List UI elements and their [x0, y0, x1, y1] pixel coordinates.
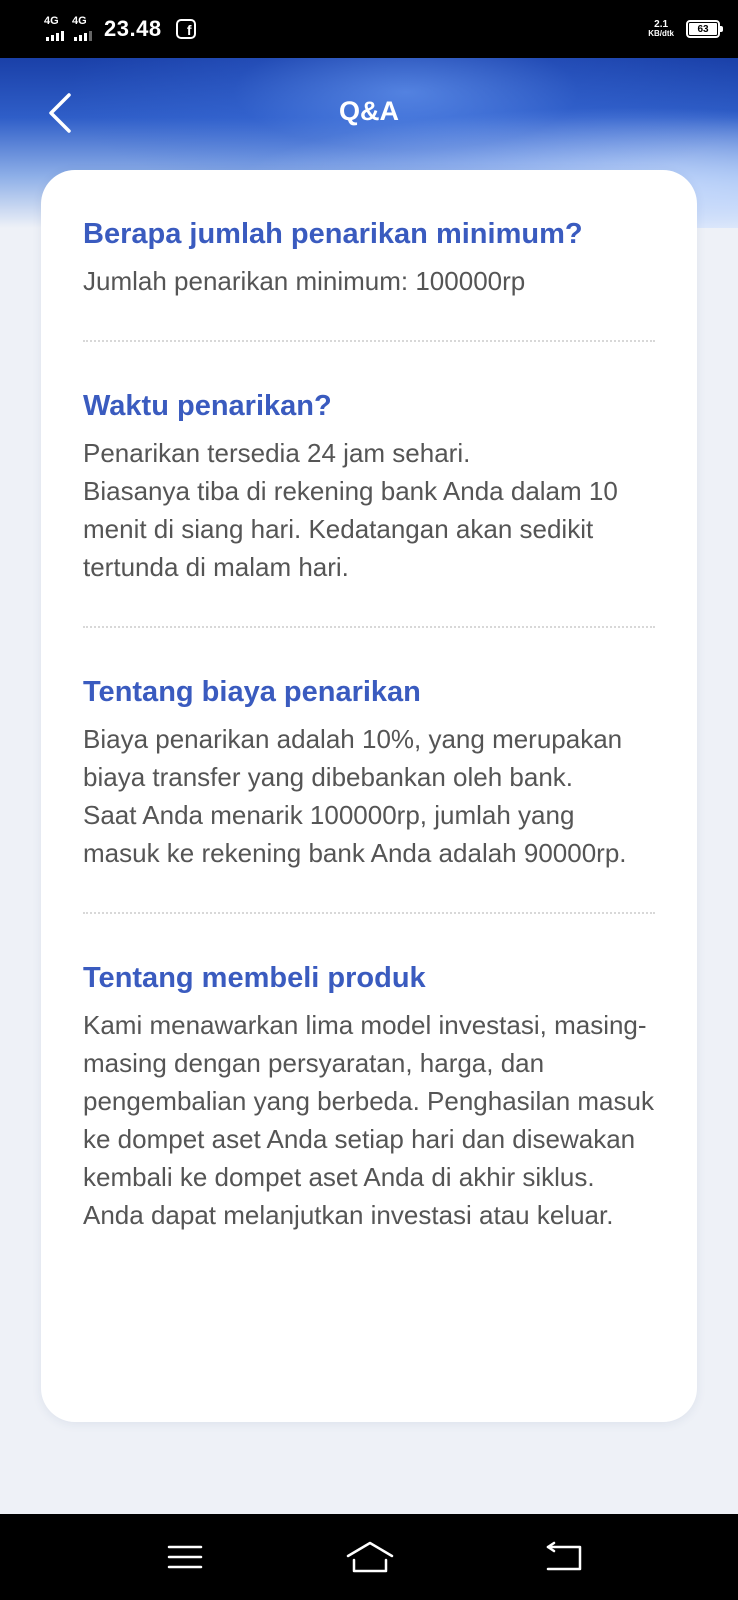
system-nav-bar: [0, 1514, 738, 1600]
qa-question: Tentang biaya penarikan: [83, 676, 421, 708]
back-icon: [546, 1541, 582, 1571]
recent-apps-button[interactable]: [155, 1534, 215, 1580]
divider: [83, 626, 655, 628]
qa-answer: Penarikan tersedia 24 jam sehari. Biasan…: [83, 438, 618, 582]
status-bar: 4G 4G 23.48 f 2.1 KB/dtk 63: [0, 0, 738, 58]
qa-answer: Kami menawarkan lima model investasi, ma…: [83, 1010, 654, 1230]
home-icon: [346, 1541, 394, 1573]
divider: [83, 340, 655, 342]
qa-answer: Jumlah penarikan minimum: 100000rp: [83, 266, 526, 296]
network-speed-unit: KB/dtk: [648, 29, 674, 38]
network-speed: 2.1 KB/dtk: [648, 19, 674, 39]
nav-back-button[interactable]: [534, 1534, 594, 1580]
qa-answer: Biaya penarikan adalah 10%, yang merupak…: [83, 724, 627, 868]
facebook-icon: f: [175, 19, 196, 39]
status-time: 23.48: [104, 16, 162, 41]
qa-question: Berapa jumlah penarikan minimum?: [83, 218, 583, 250]
signal-sim1-icon: 4G: [44, 15, 64, 41]
page-title: Q&A: [339, 96, 399, 126]
menu-icon: [167, 1545, 203, 1569]
battery-level: 63: [689, 23, 717, 35]
signal-sim2-icon: 4G: [72, 15, 92, 41]
battery-icon: 63: [686, 20, 723, 38]
qa-question: Waktu penarikan?: [83, 390, 332, 422]
divider: [83, 912, 655, 914]
qa-card: Berapa jumlah penarikan minimum? Jumlah …: [41, 170, 697, 1422]
qa-item: Tentang biaya penarikan Biaya penarikan …: [83, 672, 655, 872]
network-speed-value: 2.1: [654, 19, 669, 30]
sim2-label: 4G: [72, 15, 87, 27]
qa-question: Tentang membeli produk: [83, 962, 426, 994]
qa-item: Waktu penarikan? Penarikan tersedia 24 j…: [83, 386, 655, 586]
qa-item: Tentang membeli produk Kami menawarkan l…: [83, 958, 655, 1234]
home-button[interactable]: [340, 1534, 400, 1580]
sim1-label: 4G: [44, 15, 59, 27]
qa-item: Berapa jumlah penarikan minimum? Jumlah …: [83, 214, 655, 300]
